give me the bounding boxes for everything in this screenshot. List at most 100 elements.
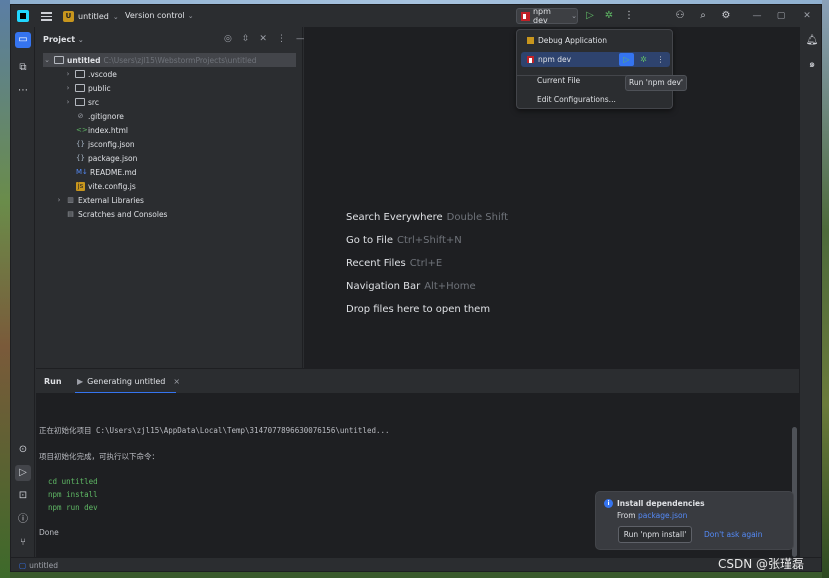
project-panel-actions: ◎ ⇳ ✕ ⋮ — — [224, 34, 305, 44]
popup-item-actions: ▷ ✲ ⋮ — [619, 53, 668, 66]
tree-item-label: .gitignore — [88, 111, 124, 121]
right-tool-strip: 🔔︎ ๑ — [799, 27, 821, 557]
more-actions-icon[interactable]: ⋮ — [623, 10, 635, 22]
json-file-icon: {} — [76, 139, 85, 148]
tree-item[interactable]: js vite.config.js — [76, 179, 136, 193]
ai-assistant-icon[interactable]: ๑ — [804, 57, 820, 73]
chevron-down-icon: ⌄ — [77, 36, 84, 44]
package-json-link[interactable]: package.json — [638, 511, 687, 520]
run-npm-install-button[interactable]: Run 'npm install' — [618, 526, 692, 543]
tree-item-label: vite.config.js — [88, 181, 136, 191]
run-icon: ▶ — [77, 376, 84, 386]
run-tool-icon[interactable]: ▷ — [15, 465, 31, 481]
run-config-popup: Debug Application npm dev ▷ ✲ ⋮ Current … — [516, 29, 673, 109]
tree-item[interactable]: ▤ Scratches and Consoles — [66, 207, 167, 221]
ide-window: U untitled ⌄ Version control ⌄ npm dev ⌄… — [10, 4, 822, 572]
maximize-icon[interactable]: ▢ — [775, 10, 787, 22]
webstorm-logo-icon — [17, 10, 29, 22]
js-app-icon — [527, 37, 534, 44]
title-bar: U untitled ⌄ Version control ⌄ npm dev ⌄… — [11, 5, 821, 27]
tree-item[interactable]: › .vscode — [64, 67, 117, 81]
run-tabs: Run ▶ Generating untitled × — [36, 369, 799, 393]
popup-item-label: npm dev — [538, 55, 572, 64]
project-switcher[interactable]: U untitled ⌄ — [63, 10, 119, 23]
status-bar: ▢ untitled — [11, 557, 821, 571]
popup-item-npm-dev[interactable]: npm dev ▷ ✲ ⋮ — [521, 52, 670, 67]
project-folder-icon[interactable]: ▭ — [15, 32, 31, 48]
run-icon[interactable]: ▷ — [619, 53, 634, 66]
tree-item[interactable]: › ▥ External Libraries — [55, 193, 144, 207]
git-icon[interactable]: ⑂ — [15, 535, 31, 551]
tree-item[interactable]: <> index.html — [76, 123, 128, 137]
scratches-icon: ▤ — [67, 209, 74, 218]
locate-icon[interactable]: ◎ — [224, 34, 232, 44]
main-menu-icon[interactable] — [41, 10, 52, 21]
tree-root[interactable]: ⌄ untitled C:\Users\zjl15\WebstormProjec… — [43, 53, 296, 67]
tab-generating-untitled[interactable]: ▶ Generating untitled × — [75, 373, 181, 389]
settings-gear-icon[interactable]: ⚙ — [720, 10, 732, 22]
search-icon[interactable]: ⌕ — [697, 10, 709, 22]
tree-item-label: public — [88, 83, 111, 93]
problems-icon[interactable]: ⓘ — [15, 512, 31, 528]
options-icon[interactable]: ⋮ — [277, 34, 286, 44]
run-config-label: npm dev — [532, 7, 551, 25]
dont-ask-again-link[interactable]: Don't ask again — [704, 530, 763, 539]
collapse-all-icon[interactable]: ✕ — [259, 34, 267, 44]
tree-item-label: README.md — [90, 167, 137, 177]
minimize-icon[interactable]: — — [751, 10, 763, 22]
tree-item[interactable]: {} package.json — [76, 151, 137, 165]
npm-icon — [521, 11, 530, 21]
tree-item[interactable]: M↓ README.md — [76, 165, 137, 179]
expand-collapse-icon[interactable]: ⇳ — [242, 34, 250, 44]
run-tooltip: Run 'npm dev' — [625, 75, 687, 91]
services-icon[interactable]: ⊙ — [15, 442, 31, 458]
popup-item-debug-application[interactable]: Debug Application — [521, 33, 670, 48]
close-tab-icon[interactable]: × — [173, 377, 180, 386]
console-line: cd untitled — [39, 477, 98, 486]
chevron-right-icon: › — [66, 70, 70, 78]
status-project-name[interactable]: untitled — [29, 561, 58, 570]
more-tools-icon[interactable]: ⋯ — [15, 83, 31, 99]
console-line: 正在初始化项目 C:\Users\zjl15\AppData\Local\Tem… — [39, 426, 390, 435]
popup-item-edit-configurations[interactable]: Edit Configurations... — [521, 92, 670, 107]
popup-item-label: Debug Application — [538, 36, 607, 45]
project-badge: U — [63, 11, 74, 22]
json-file-icon: {} — [76, 153, 85, 162]
version-control-menu[interactable]: Version control ⌄ — [125, 11, 194, 20]
structure-icon[interactable]: ⧉ — [15, 60, 31, 76]
markdown-file-icon: M↓ — [76, 167, 88, 176]
notifications-bell-icon[interactable]: 🔔︎ — [804, 33, 820, 49]
hint-go-to-file: Go to File Ctrl+Shift+N — [346, 235, 462, 246]
tree-item[interactable]: › src — [64, 95, 99, 109]
project-panel-header[interactable]: Project ⌄ — [43, 35, 84, 44]
folder-icon — [54, 56, 64, 64]
tree-item[interactable]: › public — [64, 81, 111, 95]
tree-item-label: index.html — [88, 125, 128, 135]
chevron-right-icon: › — [57, 196, 61, 204]
tree-item-label: Scratches and Consoles — [78, 209, 168, 219]
hint-navigation-bar: Navigation Bar Alt+Home — [346, 281, 476, 292]
run-icon[interactable]: ▷ — [584, 10, 596, 22]
more-actions-icon[interactable]: ⋮ — [653, 53, 668, 66]
popup-item-label: Current File — [537, 76, 581, 85]
terminal-icon[interactable]: ⊡ — [15, 488, 31, 504]
npm-icon — [527, 56, 534, 63]
popup-item-label: Edit Configurations... — [537, 95, 616, 104]
debug-icon[interactable]: ✲ — [636, 53, 651, 66]
tab-run[interactable]: Run — [44, 377, 62, 386]
add-user-icon[interactable]: ⚇ — [674, 10, 686, 22]
tree-item-label: src — [88, 97, 99, 107]
desktop-wallpaper-left — [0, 0, 10, 578]
console-line: npm install — [39, 490, 98, 499]
debug-icon[interactable]: ✲ — [603, 10, 615, 22]
close-icon[interactable]: ✕ — [801, 10, 813, 22]
tree-item[interactable]: ⊘ .gitignore — [76, 109, 124, 123]
run-config-selector[interactable]: npm dev ⌄ — [516, 7, 578, 25]
tree-item-label: package.json — [88, 153, 138, 163]
project-name: untitled — [78, 12, 109, 21]
install-dependencies-notification: i Install dependencies From package.json… — [595, 491, 794, 550]
tree-item-label: External Libraries — [78, 195, 144, 205]
tree-item[interactable]: {} jsconfig.json — [76, 137, 135, 151]
hint-drop-files: Drop files here to open them — [346, 304, 491, 315]
gitignore-icon: ⊘ — [77, 111, 84, 120]
